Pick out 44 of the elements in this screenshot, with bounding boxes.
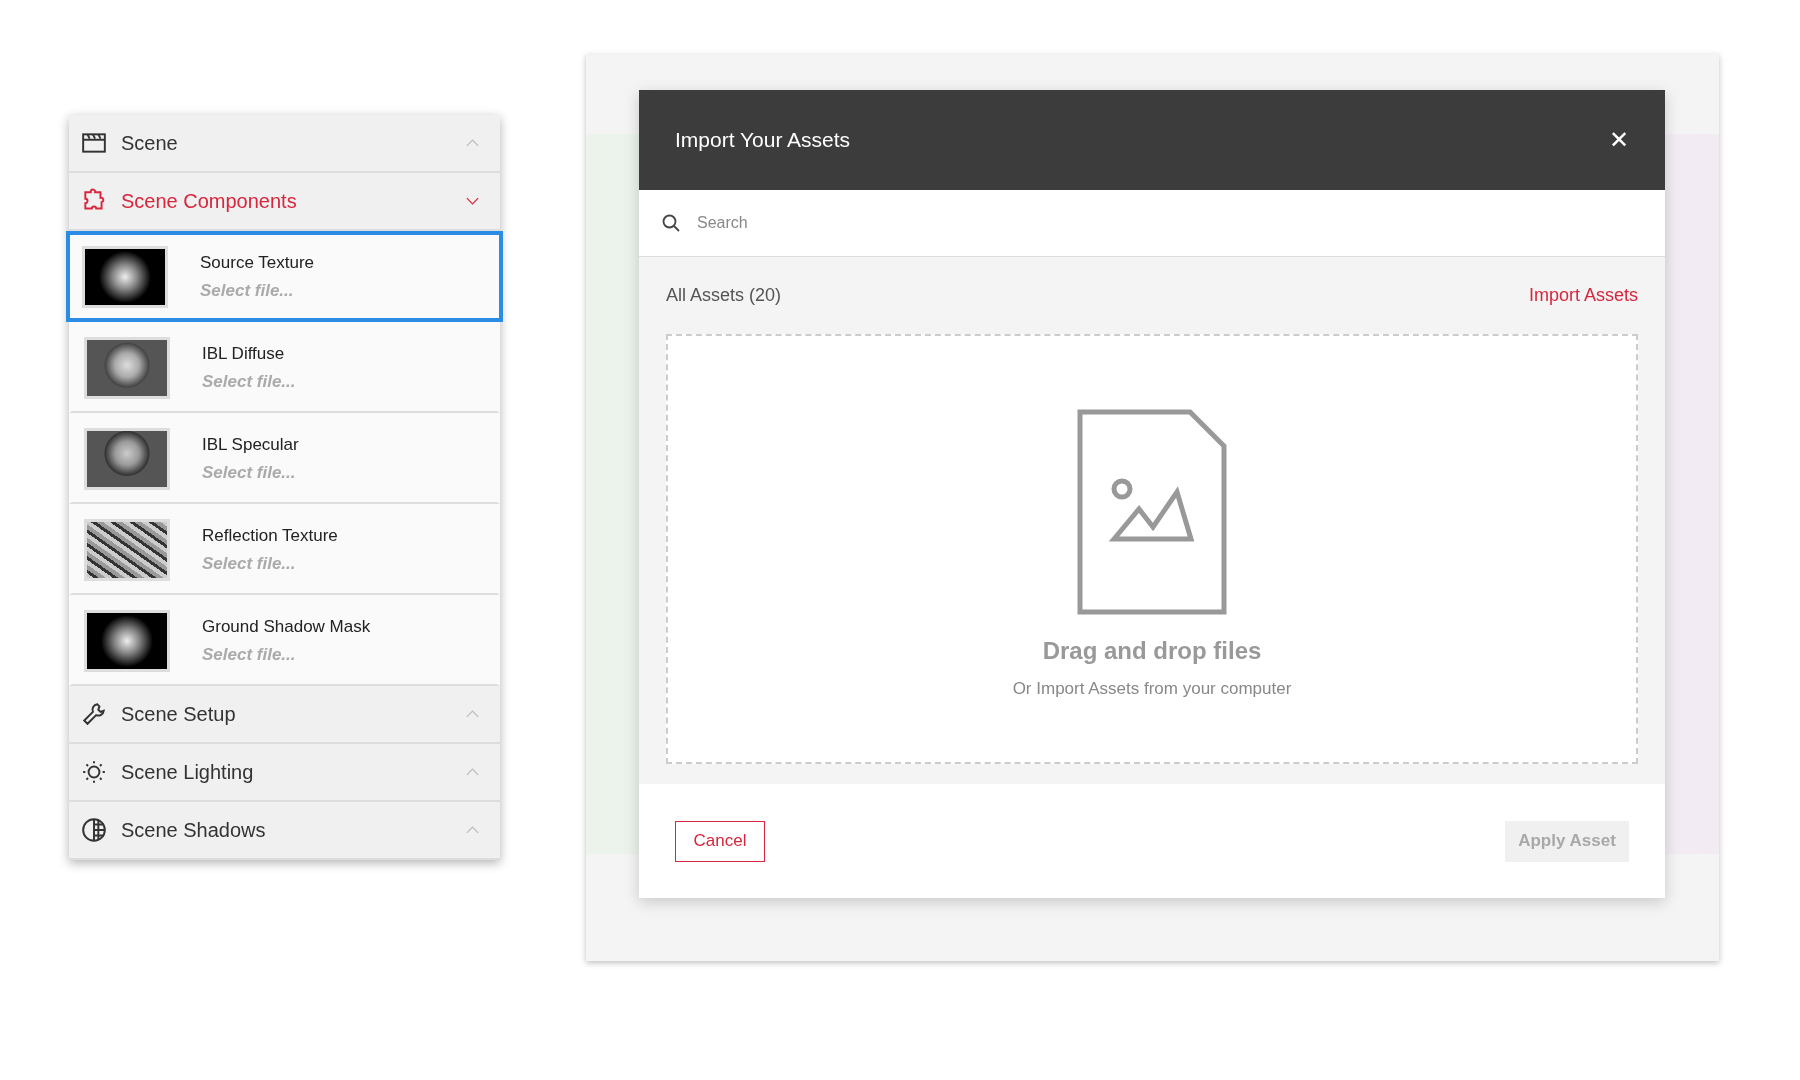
drop-hint: Or Import Assets from your computer	[1012, 679, 1292, 699]
import-assets-link[interactable]: Import Assets	[1528, 285, 1638, 306]
chevron-icon	[465, 825, 480, 835]
clapperboard-icon	[81, 130, 107, 156]
slot-title: Reflection Texture	[202, 526, 338, 546]
section-header[interactable]: Scene Setup	[69, 686, 500, 744]
section-title: Scene Components	[121, 189, 298, 213]
slot-file-hint: Select file...	[202, 554, 297, 574]
wrench-icon	[81, 701, 107, 727]
slot-title: Ground Shadow Mask	[202, 617, 371, 637]
drop-zone[interactable]: Drag and drop files Or Import Assets from your computer	[666, 334, 1638, 764]
chevron-icon	[465, 709, 480, 719]
globe-icon	[81, 817, 107, 843]
texture-slot[interactable]: IBL Diffuse Select file...	[69, 322, 500, 413]
dialog-title: Import Your Assets	[675, 128, 851, 152]
chevron-icon	[465, 767, 480, 777]
texture-slot[interactable]: Source Texture Select file...	[66, 231, 503, 322]
close-button[interactable]: ✕	[1609, 126, 1629, 154]
texture-slot[interactable]: IBL Specular Select file...	[69, 413, 500, 504]
chevron-icon	[465, 196, 480, 206]
image-file-icon	[1077, 409, 1227, 615]
asset-count: All Assets (20)	[666, 285, 782, 306]
sun-icon	[81, 759, 107, 785]
slot-title: IBL Specular	[202, 435, 299, 455]
section-header[interactable]: Scene Shadows	[69, 802, 500, 860]
slot-title: IBL Diffuse	[202, 344, 286, 364]
search-field[interactable]: Search	[695, 213, 1643, 233]
search-icon	[661, 213, 681, 233]
cancel-button[interactable]: Cancel	[675, 820, 765, 862]
drop-title: Drag and drop files	[1042, 637, 1262, 665]
chevron-icon	[465, 138, 480, 148]
section-title: Scene Setup	[121, 702, 237, 726]
section-title: Scene Lighting	[121, 760, 255, 784]
section-header[interactable]: Scene	[69, 115, 500, 173]
section-title: Scene Shadows	[121, 818, 267, 842]
slot-title: Source Texture	[200, 252, 315, 273]
section-header[interactable]: Scene Lighting	[69, 744, 500, 802]
slot-file-hint: Select file...	[202, 463, 297, 483]
slot-file-hint: Select file...	[202, 372, 296, 392]
slot-file-hint: Select file...	[200, 280, 295, 301]
section-title: Scene	[121, 131, 179, 155]
texture-slot[interactable]: Ground Shadow Mask Select file...	[69, 595, 500, 686]
texture-slot[interactable]: Reflection Texture Select file...	[69, 504, 500, 595]
slot-file-hint: Select file...	[202, 645, 297, 665]
